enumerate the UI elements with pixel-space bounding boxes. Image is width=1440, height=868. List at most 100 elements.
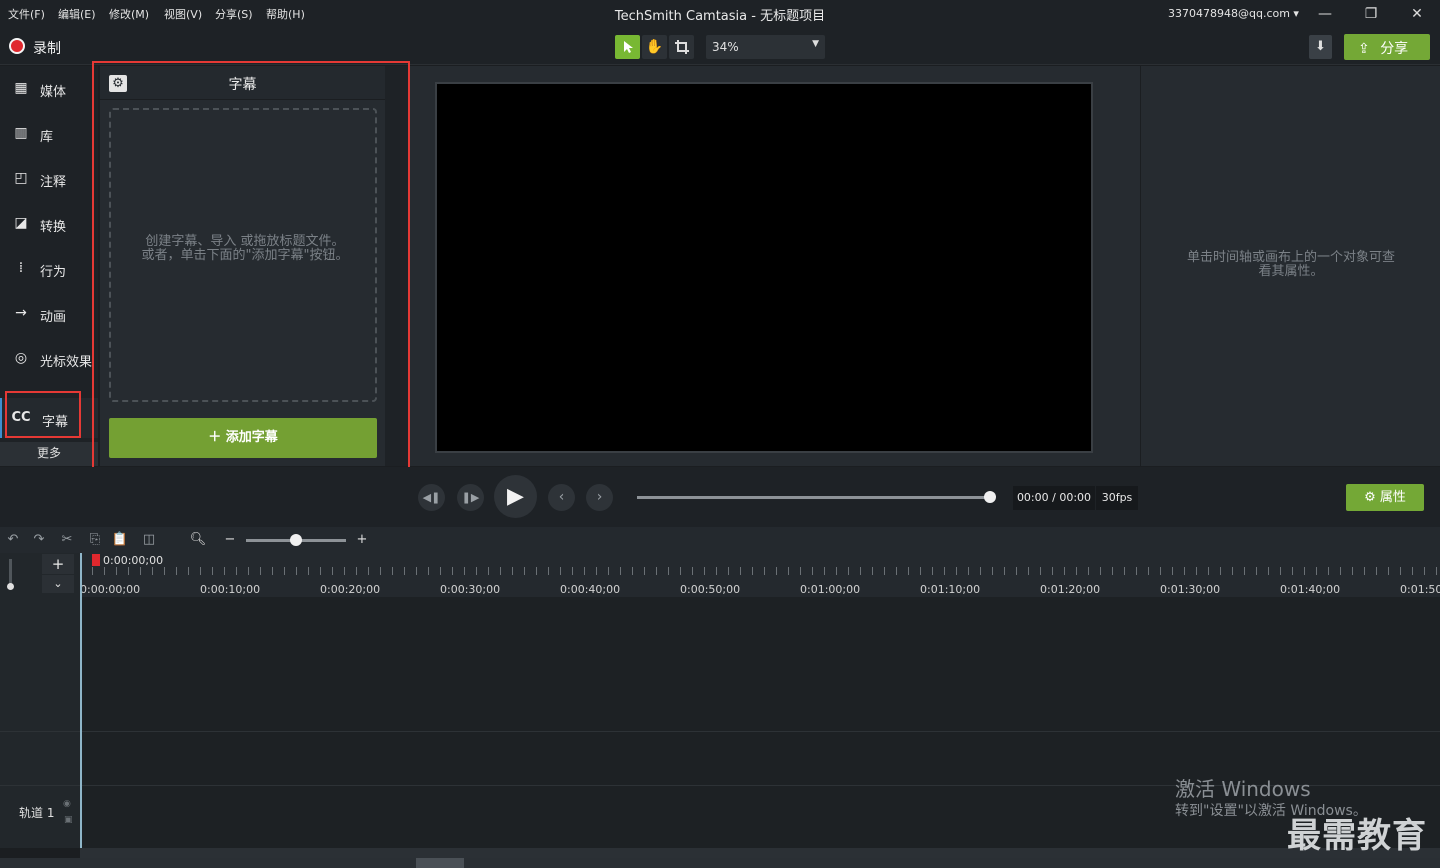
properties-hint: 单击时间轴或画布上的一个对象可查看其属性。 <box>1186 250 1395 279</box>
share-button[interactable]: ⇪ 分享 <box>1344 34 1430 60</box>
tick-label: 0:01:50;00 <box>1400 583 1440 596</box>
plus-icon: + <box>51 555 65 573</box>
redo-button[interactable]: ↷ <box>30 532 48 548</box>
gear-icon: ⚙ <box>1364 490 1376 505</box>
paste-icon: 📋 <box>111 532 129 547</box>
tick-label: 0:01:40;00 <box>1280 583 1341 596</box>
sidebar-item-annotations[interactable]: ◰ 注释 <box>0 158 98 198</box>
fps-readout: 30fps <box>1096 486 1138 510</box>
scrubber-handle[interactable] <box>984 491 996 503</box>
pan-tool-button[interactable]: ✋ <box>642 35 667 59</box>
next-button[interactable]: › <box>586 484 613 511</box>
timeline-toolbar: ↶ ↷ ✂ ⎘ 📋 ◫ 🔍︎ − + <box>0 527 1440 553</box>
timeline-scrollbar[interactable] <box>80 848 1440 858</box>
paste-button[interactable]: 📋 <box>111 532 129 548</box>
zoom-out-button[interactable]: − <box>221 532 239 548</box>
tick-label: 0:00:40;00 <box>560 583 621 596</box>
zoom-select[interactable]: 34% ▼ <box>706 35 825 59</box>
properties-panel: 单击时间轴或画布上的一个对象可查看其属性。 <box>1141 66 1440 466</box>
sidebar-item-label: 媒体 <box>40 85 67 100</box>
sidebar-item-transitions[interactable]: ◪ 转换 <box>0 203 98 243</box>
download-button[interactable]: ⬇ <box>1309 35 1332 59</box>
playhead-line <box>80 553 82 848</box>
preview-canvas[interactable] <box>435 82 1093 453</box>
eye-icon[interactable]: ◉ <box>63 799 71 809</box>
camtasia-window: 文件(F) 编辑(E) 修改(M) 视图(V) 分享(S) 帮助(H) Tech… <box>0 0 1440 868</box>
split-button[interactable]: ◫ <box>140 532 158 548</box>
track-divider <box>80 731 1440 732</box>
tick-label: 0:01:10;00 <box>920 583 981 596</box>
sidebar-item-label: 转换 <box>40 220 67 235</box>
tick-label: 0:01:00;00 <box>800 583 861 596</box>
undo-button[interactable]: ↶ <box>4 532 22 548</box>
behavior-icon: ⁞ <box>18 260 24 276</box>
crop-tool-button[interactable] <box>669 35 694 59</box>
track-headers: + ⌄ 轨道 1 ◉ ▣ <box>0 553 80 848</box>
timeline-zoom-handle[interactable] <box>290 534 302 546</box>
playhead-time: 0:00:00;00 <box>103 554 164 567</box>
zoom-search-button[interactable]: 🔍︎ <box>189 532 207 548</box>
sidebar-item-cursor-effects[interactable]: ◎ 光标效果 <box>0 338 98 378</box>
more-button[interactable]: 更多 <box>0 442 98 466</box>
track-label: 轨道 1 <box>19 806 55 820</box>
cut-button[interactable]: ✂ <box>58 532 76 548</box>
tick-label: 0:01:20;00 <box>1040 583 1101 596</box>
properties-button[interactable]: ⚙ 属性 <box>1346 484 1424 511</box>
track-divider <box>0 731 80 732</box>
sidebar-item-label: 库 <box>40 130 54 145</box>
annotation-icon: ◰ <box>14 170 28 186</box>
lock-icon[interactable]: ▣ <box>64 815 73 825</box>
sidebar-item-media[interactable]: ▦ 媒体 <box>0 68 98 108</box>
restore-button[interactable]: ❐ <box>1357 4 1385 24</box>
copy-button[interactable]: ⎘ <box>86 532 104 548</box>
chevron-down-icon: ⌄ <box>53 577 63 590</box>
step-back-icon: ◀❚ <box>422 491 441 504</box>
close-button[interactable]: ✕ <box>1403 4 1431 24</box>
previous-button[interactable]: ‹ <box>548 484 575 511</box>
zoom-in-button[interactable]: + <box>353 532 371 548</box>
download-icon: ⬇ <box>1315 39 1326 54</box>
highlight-box <box>5 391 81 438</box>
tick-label: 0:00:50;00 <box>680 583 741 596</box>
playhead-handle[interactable] <box>92 554 100 566</box>
chevron-left-icon: ‹ <box>558 489 565 505</box>
tick-label: 0:01:30;00 <box>1160 583 1221 596</box>
sidebar-item-behaviors[interactable]: ⁞ 行为 <box>0 248 98 288</box>
sidebar-item-library[interactable]: ▥ 库 <box>0 113 98 153</box>
copy-icon: ⎘ <box>89 532 101 547</box>
scissors-icon: ✂ <box>61 532 73 547</box>
brand-watermark: 最需教育 <box>1287 816 1427 856</box>
play-icon: ▶ <box>507 484 524 509</box>
track-options-button[interactable]: ⌄ <box>42 575 74 593</box>
sidebar-item-animations[interactable]: → 动画 <box>0 293 98 333</box>
step-back-button[interactable]: ◀❚ <box>418 484 445 511</box>
search-icon: 🔍︎ <box>189 532 207 547</box>
track-height-slider[interactable] <box>6 559 16 590</box>
library-icon: ▥ <box>14 125 28 141</box>
tick-label: 0:00:20;00 <box>320 583 381 596</box>
scrubber-track[interactable] <box>637 496 990 499</box>
play-button[interactable]: ▶ <box>494 475 537 518</box>
account-menu[interactable]: 3370478948@qq.com ▾ <box>1168 7 1299 20</box>
tick-label: 0:00:10;00 <box>200 583 261 596</box>
main-toolbar: 录制 ✋ 34% ▼ ⬇ ⇪ 分享 <box>0 28 1440 65</box>
redo-icon: ↷ <box>33 532 45 547</box>
timecode: 00:00 / 00:00 <box>1013 486 1095 510</box>
step-forward-button[interactable]: ❚▶ <box>457 484 484 511</box>
sidebar-item-label: 动画 <box>40 310 67 325</box>
select-tool-button[interactable] <box>615 35 640 59</box>
transition-icon: ◪ <box>14 215 28 231</box>
scrollbar-thumb[interactable] <box>416 858 464 868</box>
tick-label: 0:00:00;00 <box>80 583 141 596</box>
sidebar-item-label: 行为 <box>40 265 67 280</box>
activation-watermark-title: 激活 Windows <box>1175 777 1311 801</box>
record-icon <box>9 38 25 54</box>
add-track-button[interactable]: + <box>42 554 74 574</box>
undo-icon: ↶ <box>7 532 19 547</box>
step-forward-icon: ❚▶ <box>461 491 480 504</box>
horizontal-scrollbar[interactable] <box>0 858 1440 868</box>
record-label: 录制 <box>33 41 61 57</box>
time-ruler[interactable]: 0:00:00;00 0:00:00;00 0:00:10;00 0:00:20… <box>80 553 1440 597</box>
chevron-right-icon: › <box>596 489 603 505</box>
minimize-button[interactable]: — <box>1311 4 1339 24</box>
